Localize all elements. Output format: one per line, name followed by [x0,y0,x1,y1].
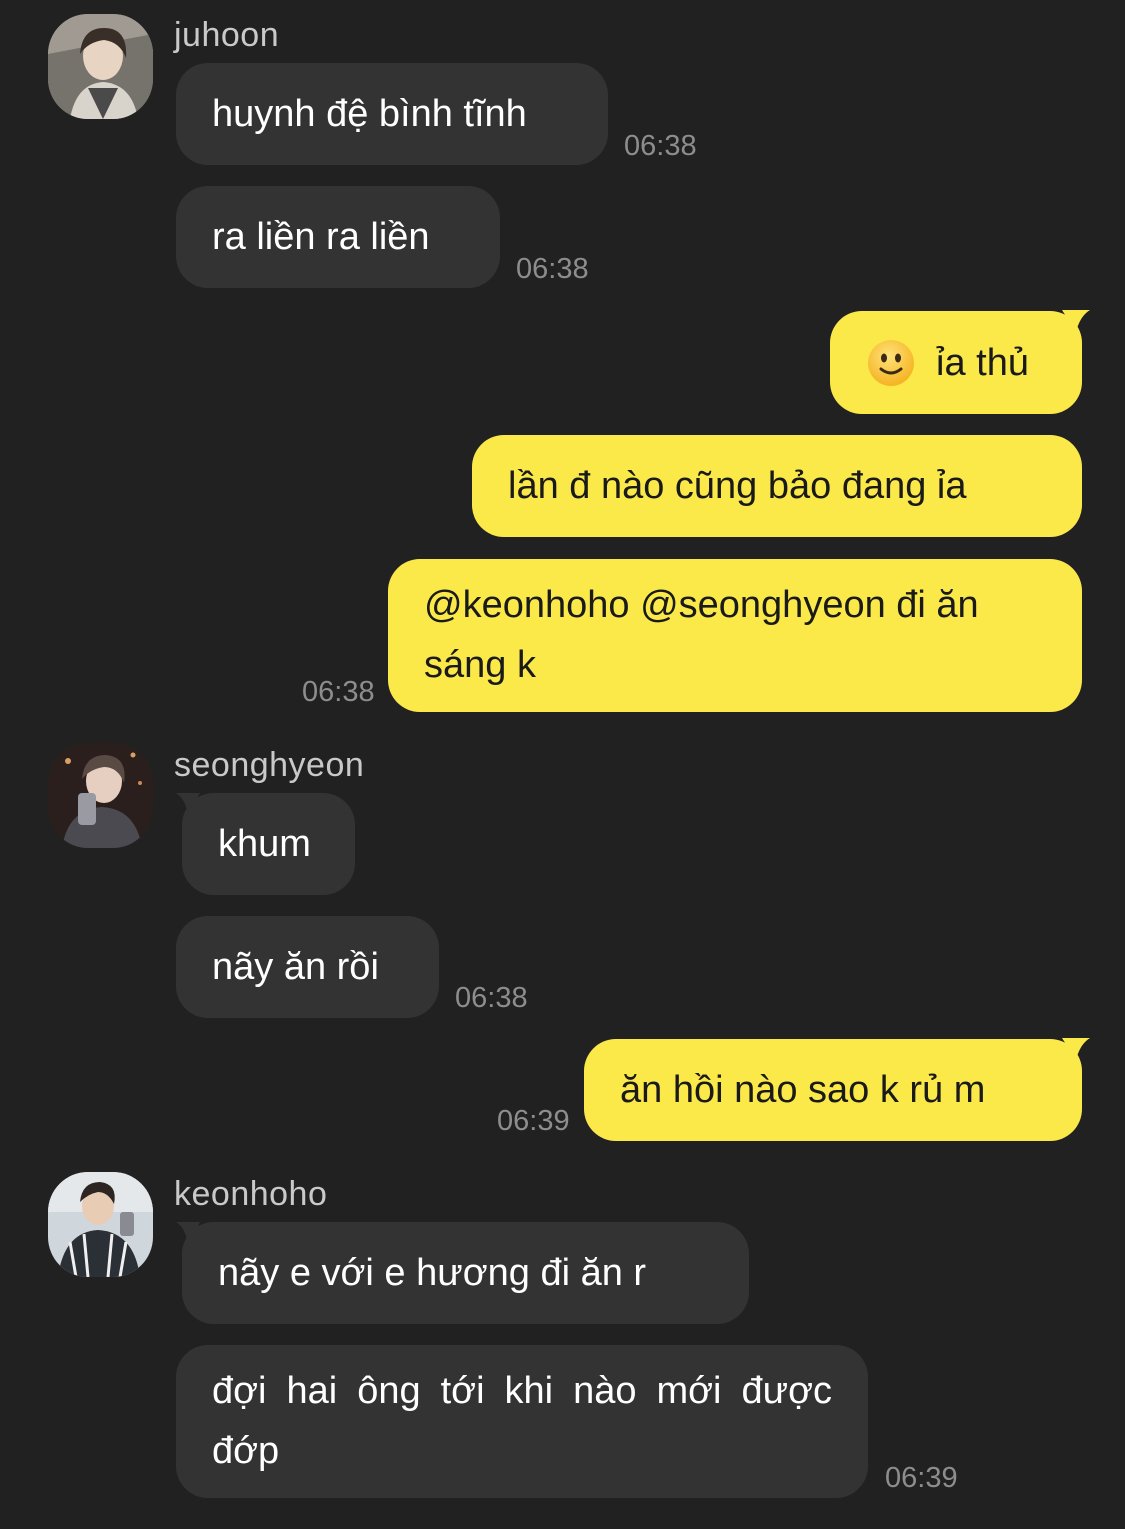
message-timestamp: 06:38 [624,130,697,162]
message-text: lần đ nào cũng bảo đang ỉa [508,465,967,507]
avatar[interactable] [48,1172,153,1277]
message-bubble[interactable]: huynh đệ bình tĩnh [176,63,608,165]
message-text: nãy e với e hương đi ăn r [218,1252,647,1294]
message-bubble[interactable]: ra liền ra liền [176,186,500,288]
juhoon-avatar [48,14,153,119]
message-timestamp: 06:38 [455,982,528,1014]
message-timestamp: 06:39 [885,1462,958,1494]
bubble-tail [1062,310,1090,332]
avatar[interactable] [48,14,153,119]
message-bubble[interactable]: khum [182,793,355,895]
message-timestamp: 06:38 [516,253,589,285]
message-bubble[interactable]: ỉa thủ [830,311,1082,414]
message-text: @keonhoho @seonghyeon đi ăn sáng k [424,584,979,686]
avatar[interactable] [48,743,153,848]
message-text: đợi hai ông tới khi nào mới được đớp [212,1370,832,1472]
message-bubble[interactable]: nãy e với e hương đi ăn r [182,1222,749,1324]
message-text: ăn hồi nào sao k rủ m [620,1069,986,1111]
sender-name: juhoon [174,16,280,54]
sender-name: keonhoho [174,1175,328,1213]
slightly-smiling-face-icon [866,338,916,388]
message-bubble[interactable]: lần đ nào cũng bảo đang ỉa [472,435,1082,537]
message-text: ra liền ra liền [212,216,430,258]
message-timestamp: 06:38 [302,676,375,708]
message-text: khum [218,823,311,865]
seonghyeon-avatar [48,743,153,848]
message-text: huynh đệ bình tĩnh [212,93,527,135]
message-bubble[interactable]: ăn hồi nào sao k rủ m [584,1039,1082,1141]
message-bubble[interactable]: nãy ăn rồi [176,916,439,1018]
message-text: ỉa thủ [936,341,1029,384]
message-text: nãy ăn rồi [212,946,379,988]
sender-name: seonghyeon [174,746,365,784]
message-bubble[interactable]: @keonhoho @seonghyeon đi ăn sáng k [388,559,1082,712]
message-bubble[interactable]: đợi hai ông tới khi nào mới được đớp [176,1345,868,1498]
keonhoho-avatar [48,1172,153,1277]
bubble-tail [1062,1038,1090,1060]
message-timestamp: 06:39 [497,1105,570,1137]
